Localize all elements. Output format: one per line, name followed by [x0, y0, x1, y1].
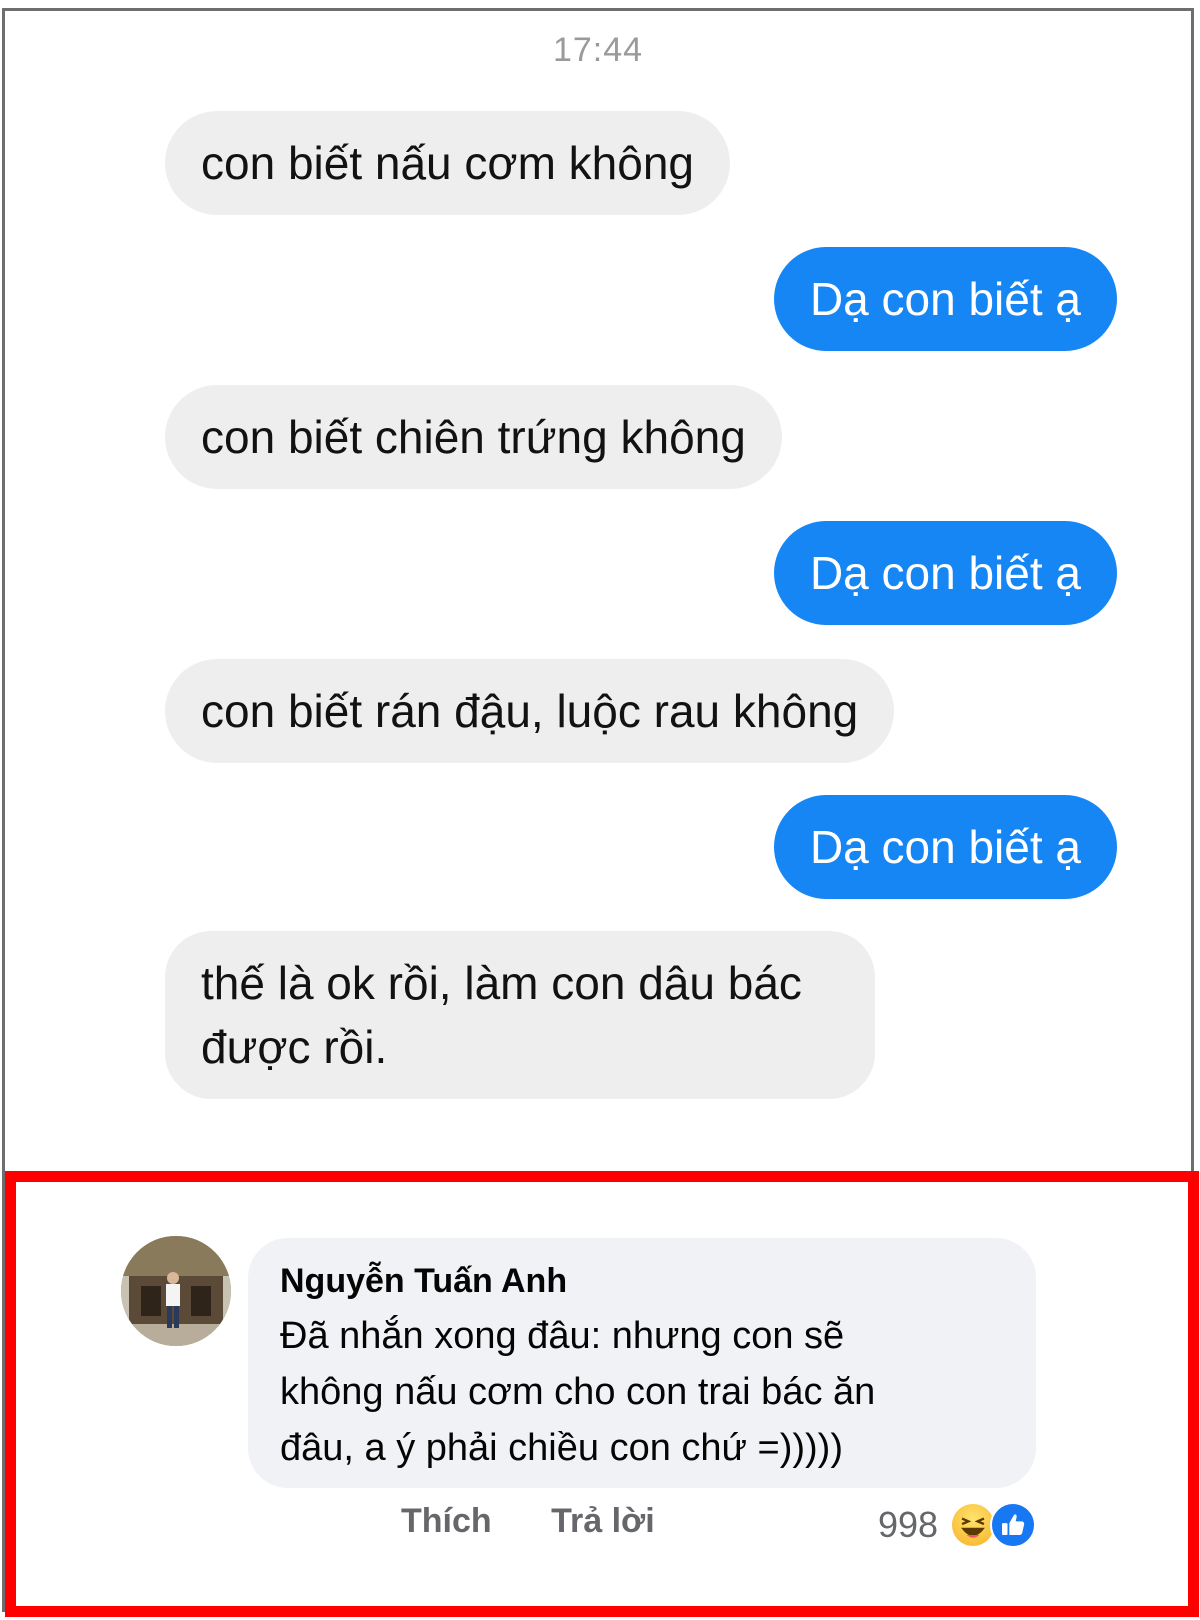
comment-line: đâu, a ý phải chiều con chứ =))))): [280, 1427, 843, 1469]
reaction-summary[interactable]: 998: [878, 1500, 1046, 1550]
incoming-message: con biết chiên trứng không: [165, 385, 782, 489]
comment-line: Đã nhắn xong đâu: nhưng con sẽ: [280, 1315, 845, 1357]
incoming-message: thế là ok rồi, làm con dâu bác được rồi.: [165, 931, 875, 1099]
chat-thread: 17:44 con biết nấu cơm không Dạ con biết…: [5, 11, 1191, 1171]
comment-author[interactable]: Nguyễn Tuấn Anh: [280, 1258, 1004, 1304]
screenshot-frame: 17:44 con biết nấu cơm không Dạ con biết…: [2, 8, 1199, 1617]
comment-line: không nấu cơm cho con trai bác ăn: [280, 1371, 876, 1413]
outgoing-message: Dạ con biết ạ: [773, 521, 1117, 625]
like-button[interactable]: Thích: [401, 1502, 492, 1540]
incoming-message: con biết nấu cơm không: [165, 111, 731, 215]
message-line: thế là ok rồi, làm con dâu bác: [201, 957, 802, 1009]
reaction-icons: [950, 1500, 1046, 1550]
reply-button[interactable]: Trả lời: [551, 1502, 655, 1540]
avatar[interactable]: [121, 1236, 231, 1346]
incoming-message: con biết rán đậu, luộc rau không: [165, 659, 895, 763]
comment-bubble: Nguyễn Tuấn Anh Đã nhắn xong đâu: nhưng …: [248, 1238, 1036, 1488]
highlighted-comment: Nguyễn Tuấn Anh Đã nhắn xong đâu: nhưng …: [5, 1171, 1199, 1617]
message-line: được rồi.: [201, 1021, 388, 1073]
avatar-photo-icon: [121, 1236, 231, 1346]
outgoing-message: Dạ con biết ạ: [773, 247, 1117, 351]
outgoing-message: Dạ con biết ạ: [773, 795, 1117, 899]
comment-actions: Thích Trả lời: [401, 1502, 705, 1541]
reaction-count: 998: [878, 1504, 939, 1545]
like-icon: [990, 1502, 1037, 1548]
message-timestamp: 17:44: [552, 31, 644, 69]
comment-text: Đã nhắn xong đâu: nhưng con sẽ không nấu…: [280, 1308, 1004, 1476]
